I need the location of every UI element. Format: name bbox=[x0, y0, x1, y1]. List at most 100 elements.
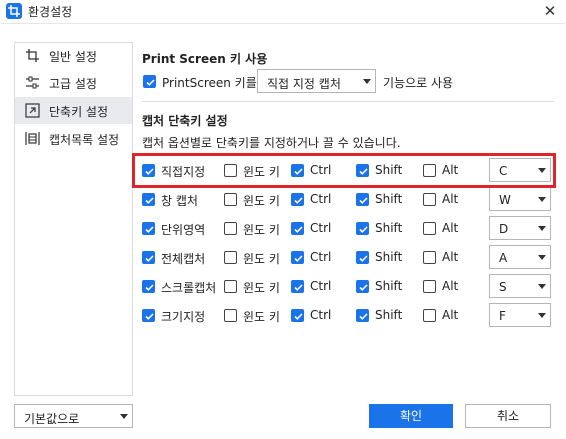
chevron-down-icon bbox=[538, 255, 546, 260]
select-value: 기본값으로 bbox=[24, 412, 80, 426]
print-screen-section-title: Print Screen 키 사용 bbox=[142, 52, 268, 66]
shortcut-icon bbox=[25, 103, 40, 118]
check-icon bbox=[146, 79, 155, 86]
select-value: D bbox=[499, 222, 509, 236]
defaults-select[interactable]: 기본값으로 bbox=[14, 404, 133, 428]
sidebar-item-label: 고급 설정 bbox=[49, 77, 97, 91]
shortcut-enable-checkbox[interactable] bbox=[142, 251, 155, 264]
ctrl-checkbox[interactable] bbox=[291, 280, 304, 293]
sidebar: 일반 설정 고급 설정 단축키 설정 캡처목록 설정 bbox=[14, 42, 133, 396]
shift-label: Shift bbox=[375, 308, 403, 322]
alt-label: Alt bbox=[442, 192, 459, 206]
ctrl-checkbox[interactable] bbox=[291, 193, 304, 206]
sidebar-item-capture-list[interactable]: 캡처목록 설정 bbox=[15, 125, 132, 152]
check-icon bbox=[294, 255, 303, 262]
window-title: 환경설정 bbox=[28, 5, 73, 19]
shortcut-name: 단위영역 bbox=[161, 223, 206, 237]
shift-checkbox[interactable] bbox=[356, 309, 369, 322]
check-icon bbox=[294, 197, 303, 204]
printscreen-label: PrintScreen 키를 bbox=[162, 76, 257, 90]
ctrl-label: Ctrl bbox=[310, 221, 332, 235]
highlight-box bbox=[132, 153, 556, 188]
shift-checkbox[interactable] bbox=[356, 251, 369, 264]
chevron-down-icon bbox=[120, 414, 128, 419]
chevron-down-icon bbox=[538, 226, 546, 231]
win-key-checkbox[interactable] bbox=[224, 280, 237, 293]
alt-checkbox[interactable] bbox=[423, 251, 436, 264]
select-value: S bbox=[499, 280, 507, 294]
shift-label: Shift bbox=[375, 250, 403, 264]
chevron-down-icon bbox=[363, 79, 371, 84]
crop-icon bbox=[6, 3, 22, 19]
shortcut-key-select[interactable]: A bbox=[489, 245, 551, 269]
win-key-checkbox[interactable] bbox=[224, 193, 237, 206]
check-icon bbox=[145, 313, 154, 320]
check-icon bbox=[359, 197, 368, 204]
shift-checkbox[interactable] bbox=[356, 193, 369, 206]
win-key-label: 윈도 키 bbox=[243, 310, 280, 324]
check-icon bbox=[294, 284, 303, 291]
sidebar-item-general[interactable]: 일반 설정 bbox=[15, 42, 132, 69]
shortcut-description: 캡처 옵션별로 단축키를 지정하거나 끌 수 있습니다. bbox=[142, 136, 401, 150]
shortcut-key-select[interactable]: W bbox=[489, 187, 551, 211]
chevron-down-icon bbox=[538, 197, 546, 202]
alt-label: Alt bbox=[442, 308, 459, 322]
divider bbox=[142, 101, 554, 102]
ctrl-checkbox[interactable] bbox=[291, 222, 304, 235]
shift-checkbox[interactable] bbox=[356, 222, 369, 235]
select-value: 직접 지정 캡처 bbox=[267, 77, 341, 91]
sidebar-item-advanced[interactable]: 고급 설정 bbox=[15, 69, 132, 96]
cancel-button[interactable]: 취소 bbox=[465, 404, 551, 428]
check-icon bbox=[294, 226, 303, 233]
sidebar-item-label: 단축키 설정 bbox=[49, 105, 109, 119]
ctrl-checkbox[interactable] bbox=[291, 251, 304, 264]
check-icon bbox=[145, 226, 154, 233]
alt-label: Alt bbox=[442, 279, 459, 293]
alt-label: Alt bbox=[442, 250, 459, 264]
select-value: A bbox=[499, 251, 508, 265]
win-key-checkbox[interactable] bbox=[224, 309, 237, 322]
shortcut-key-select[interactable]: F bbox=[489, 303, 551, 327]
win-key-checkbox[interactable] bbox=[224, 222, 237, 235]
ctrl-label: Ctrl bbox=[310, 192, 332, 206]
win-key-checkbox[interactable] bbox=[224, 251, 237, 264]
shortcut-enable-checkbox[interactable] bbox=[142, 193, 155, 206]
printscreen-checkbox[interactable] bbox=[143, 75, 156, 88]
sidebar-item-label: 일반 설정 bbox=[49, 50, 97, 64]
title-bar: 환경설정 ✕ bbox=[0, 0, 566, 22]
shortcut-enable-checkbox[interactable] bbox=[142, 222, 155, 235]
sidebar-item-shortcuts[interactable]: 단축키 설정 bbox=[15, 97, 132, 124]
shift-checkbox[interactable] bbox=[356, 280, 369, 293]
shift-label: Shift bbox=[375, 192, 403, 206]
ctrl-label: Ctrl bbox=[310, 250, 332, 264]
ctrl-checkbox[interactable] bbox=[291, 309, 304, 322]
alt-checkbox[interactable] bbox=[423, 222, 436, 235]
win-key-label: 윈도 키 bbox=[243, 281, 280, 295]
printscreen-function-select[interactable]: 직접 지정 캡처 bbox=[257, 69, 376, 93]
win-key-label: 윈도 키 bbox=[243, 194, 280, 208]
printscreen-suffix: 기능으로 사용 bbox=[383, 76, 454, 90]
check-icon bbox=[359, 284, 368, 291]
shortcut-key-select[interactable]: S bbox=[489, 274, 551, 298]
check-icon bbox=[145, 255, 154, 262]
shortcut-name: 창 캡처 bbox=[161, 194, 198, 208]
select-value: F bbox=[499, 309, 506, 323]
check-icon bbox=[145, 197, 154, 204]
shortcut-enable-checkbox[interactable] bbox=[142, 280, 155, 293]
win-key-label: 윈도 키 bbox=[243, 223, 280, 237]
check-icon bbox=[294, 313, 303, 320]
alt-checkbox[interactable] bbox=[423, 193, 436, 206]
alt-checkbox[interactable] bbox=[423, 309, 436, 322]
ok-button[interactable]: 확인 bbox=[369, 404, 453, 428]
alt-checkbox[interactable] bbox=[423, 280, 436, 293]
shift-label: Shift bbox=[375, 279, 403, 293]
select-value: W bbox=[499, 193, 511, 207]
check-icon bbox=[359, 313, 368, 320]
shortcut-enable-checkbox[interactable] bbox=[142, 309, 155, 322]
shortcut-key-select[interactable]: D bbox=[489, 216, 551, 240]
shortcut-name: 전체캡처 bbox=[161, 252, 206, 266]
check-icon bbox=[145, 284, 154, 291]
close-button[interactable]: ✕ bbox=[538, 0, 562, 22]
shift-label: Shift bbox=[375, 221, 403, 235]
sliders-icon bbox=[26, 76, 39, 89]
